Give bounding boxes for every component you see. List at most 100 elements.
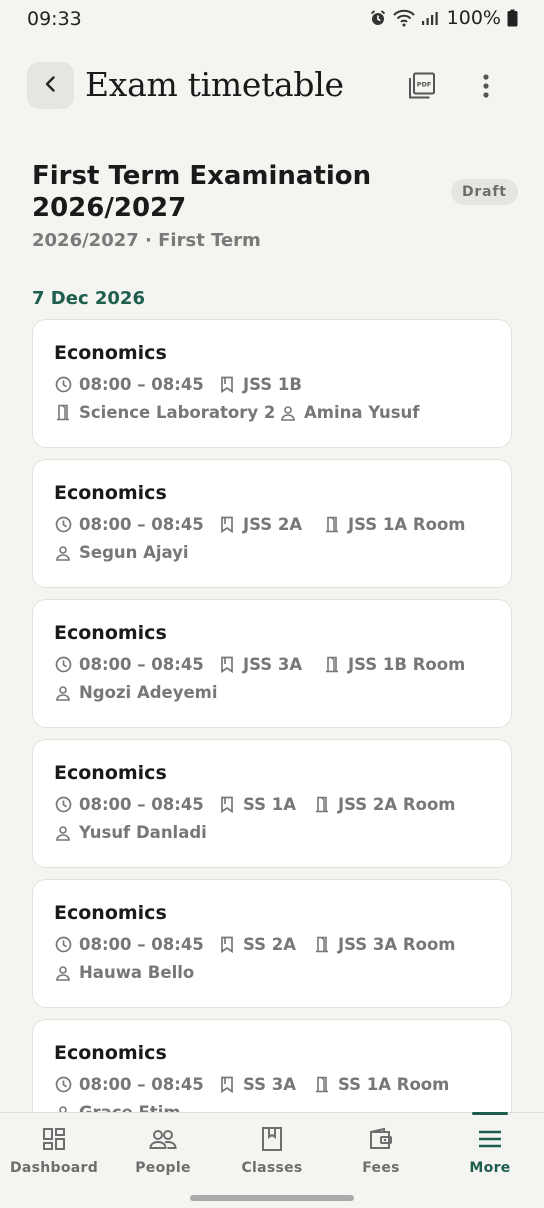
time-range: 08:00 – 08:45 bbox=[54, 1075, 204, 1094]
back-button[interactable] bbox=[27, 62, 74, 109]
door-icon bbox=[54, 404, 72, 422]
class-label: SS 1A bbox=[218, 795, 296, 814]
bookmark-icon bbox=[218, 516, 236, 534]
battery-percent: 100% bbox=[446, 7, 501, 29]
clock-icon bbox=[54, 376, 72, 394]
time-text: 08:00 – 08:45 bbox=[79, 655, 204, 674]
clock-icon bbox=[54, 1076, 72, 1094]
nav-label: Dashboard bbox=[9, 1160, 99, 1176]
more-vertical-icon bbox=[483, 74, 489, 98]
class-text: JSS 3A bbox=[243, 655, 303, 674]
subject-name: Economics bbox=[54, 342, 167, 364]
subject-name: Economics bbox=[54, 762, 167, 784]
nav-item-dashboard[interactable]: Dashboard bbox=[0, 1113, 108, 1183]
time-text: 08:00 – 08:45 bbox=[79, 935, 204, 954]
timetable-card[interactable]: Economics 08:00 – 08:45 JSS 2A JSS 1A Ro… bbox=[32, 459, 512, 588]
subject-name: Economics bbox=[54, 482, 167, 504]
dashboard-icon bbox=[42, 1125, 66, 1153]
room-text: JSS 2A Room bbox=[338, 795, 456, 814]
time-range: 08:00 – 08:45 bbox=[54, 375, 204, 394]
room-label: JSS 3A Room bbox=[313, 935, 455, 954]
nav-label: More bbox=[469, 1160, 511, 1176]
timetable-card[interactable]: Economics 08:00 – 08:45 SS 1A JSS 2A Roo… bbox=[32, 739, 512, 868]
bottom-navigation: Dashboard People Classes Fees More bbox=[0, 1112, 544, 1208]
class-label: JSS 1B bbox=[218, 375, 302, 394]
nav-label: People bbox=[135, 1160, 191, 1176]
door-icon bbox=[313, 796, 331, 814]
room-label: JSS 1A Room bbox=[323, 515, 465, 534]
time-text: 08:00 – 08:45 bbox=[79, 515, 204, 534]
class-label: SS 3A bbox=[218, 1075, 296, 1094]
room-text: JSS 1A Room bbox=[348, 515, 466, 534]
pdf-icon: PDF bbox=[409, 72, 435, 99]
nav-item-people[interactable]: People bbox=[109, 1113, 217, 1183]
time-range: 08:00 – 08:45 bbox=[54, 655, 204, 674]
teacher-text: Amina Yusuf bbox=[304, 403, 420, 422]
person-icon bbox=[54, 824, 72, 842]
teacher-text: Hauwa Bello bbox=[79, 963, 195, 982]
status-badge: Draft bbox=[451, 179, 518, 205]
subject-name: Economics bbox=[54, 902, 167, 924]
subject-name: Economics bbox=[54, 1042, 167, 1064]
room-text: Science Laboratory 2 bbox=[79, 403, 276, 422]
person-icon bbox=[54, 544, 72, 562]
bookmark-icon bbox=[218, 936, 236, 954]
class-text: SS 2A bbox=[243, 935, 297, 954]
bookmark-icon bbox=[218, 1076, 236, 1094]
class-text: JSS 1B bbox=[243, 375, 302, 394]
time-range: 08:00 – 08:45 bbox=[54, 795, 204, 814]
more-options-button[interactable] bbox=[470, 68, 502, 104]
bookmark-icon bbox=[218, 376, 236, 394]
clock-icon bbox=[54, 796, 72, 814]
signal-icon bbox=[421, 10, 439, 26]
timetable-card[interactable]: Economics 08:00 – 08:45 SS 2A JSS 3A Roo… bbox=[32, 879, 512, 1008]
nav-label: Fees bbox=[362, 1160, 400, 1176]
teacher-label: Amina Yusuf bbox=[279, 403, 419, 422]
clock-icon bbox=[54, 516, 72, 534]
bookmark-icon bbox=[261, 1125, 283, 1153]
status-icons: 100% bbox=[369, 7, 518, 29]
chevron-left-icon bbox=[41, 74, 61, 98]
room-text: JSS 1B Room bbox=[348, 655, 466, 674]
room-label: JSS 2A Room bbox=[313, 795, 455, 814]
class-text: SS 1A bbox=[243, 795, 297, 814]
nav-item-fees[interactable]: Fees bbox=[327, 1113, 435, 1183]
room-label: Science Laboratory 2 bbox=[54, 403, 275, 422]
timetable-card[interactable]: Economics 08:00 – 08:45 JSS 1B Science L… bbox=[32, 319, 512, 448]
app-bar: Exam timetable PDF bbox=[0, 62, 544, 110]
export-pdf-button[interactable]: PDF bbox=[404, 68, 440, 104]
teacher-label: Ngozi Adeyemi bbox=[54, 683, 218, 702]
door-icon bbox=[323, 516, 341, 534]
status-bar: 09:33 100% bbox=[0, 0, 544, 38]
room-label: SS 1A Room bbox=[313, 1075, 449, 1094]
nav-item-classes[interactable]: Classes bbox=[218, 1113, 326, 1183]
class-text: JSS 2A bbox=[243, 515, 303, 534]
nav-item-more[interactable]: More bbox=[436, 1113, 544, 1183]
teacher-label: Segun Ajayi bbox=[54, 543, 189, 562]
date-heading: 7 Dec 2026 bbox=[32, 288, 145, 309]
time-text: 08:00 – 08:45 bbox=[79, 375, 204, 394]
room-text: JSS 3A Room bbox=[338, 935, 456, 954]
time-text: 08:00 – 08:45 bbox=[79, 1075, 204, 1094]
teacher-label: Yusuf Danladi bbox=[54, 823, 207, 842]
battery-icon bbox=[507, 9, 518, 27]
bookmark-icon bbox=[218, 656, 236, 674]
person-icon bbox=[54, 964, 72, 982]
class-text: SS 3A bbox=[243, 1075, 297, 1094]
teacher-text: Ngozi Adeyemi bbox=[79, 683, 218, 702]
exam-subtitle: 2026/2027 · First Term bbox=[32, 230, 261, 251]
time-range: 08:00 – 08:45 bbox=[54, 515, 204, 534]
menu-icon bbox=[477, 1125, 503, 1153]
exam-title: First Term Examination 2026/2027 bbox=[32, 161, 372, 223]
time-range: 08:00 – 08:45 bbox=[54, 935, 204, 954]
class-label: JSS 3A bbox=[218, 655, 302, 674]
teacher-label: Hauwa Bello bbox=[54, 963, 194, 982]
class-label: JSS 2A bbox=[218, 515, 302, 534]
person-icon bbox=[279, 404, 297, 422]
door-icon bbox=[313, 936, 331, 954]
clock-icon bbox=[54, 656, 72, 674]
alarm-icon bbox=[369, 9, 387, 27]
home-gesture-handle[interactable] bbox=[190, 1195, 354, 1201]
time-text: 08:00 – 08:45 bbox=[79, 795, 204, 814]
timetable-card[interactable]: Economics 08:00 – 08:45 JSS 3A JSS 1B Ro… bbox=[32, 599, 512, 728]
